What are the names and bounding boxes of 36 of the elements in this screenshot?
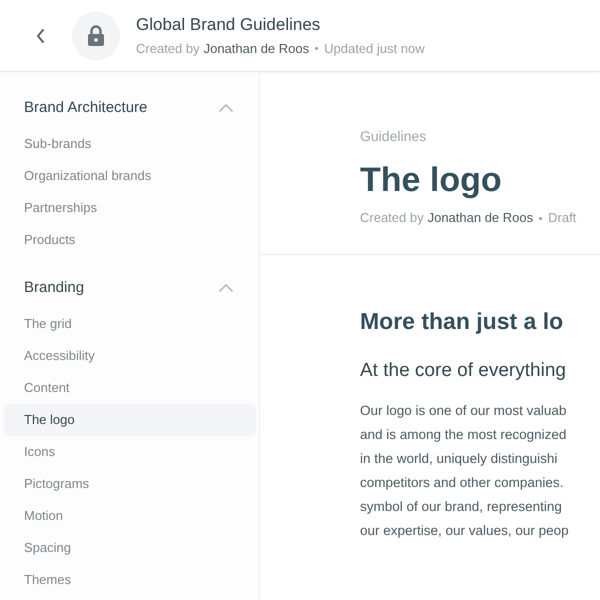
chevron-up-icon <box>219 284 233 292</box>
document-title: Global Brand Guidelines <box>136 14 322 36</box>
author-name: Jonathan de Roos <box>204 40 310 58</box>
sidebar-item[interactable]: Icons <box>4 436 255 468</box>
section-title: Brand Architecture <box>24 98 148 118</box>
body-text-line: our expertise, our values, our peop <box>360 522 569 540</box>
body-text-line: Our logo is one of our most valuab <box>360 402 566 420</box>
sidebar-item[interactable]: Themes <box>4 564 255 596</box>
sidebar-item[interactable]: Products <box>4 224 255 256</box>
sidebar-item[interactable]: Organizational brands <box>4 160 255 192</box>
subheading: At the core of everything <box>360 359 566 383</box>
sidebar-item[interactable]: Accessibility <box>4 340 255 372</box>
sidebar-item[interactable]: Motion <box>4 500 255 532</box>
sidebar-item[interactable]: The logo <box>4 404 256 436</box>
author-name: Jonathan de Roos <box>428 209 534 227</box>
sidebar-item[interactable]: Partnerships <box>4 192 255 224</box>
sidebar-item[interactable]: Sub-brands <box>4 128 255 160</box>
section-title: Branding <box>24 278 84 298</box>
sidebar-item[interactable]: Pictograms <box>4 468 255 500</box>
back-icon <box>36 28 44 42</box>
body-text-line: symbol of our brand, representing <box>360 498 562 516</box>
page-title: The logo <box>360 160 502 201</box>
created-by-label: Created by <box>136 40 200 58</box>
lock-icon <box>87 24 105 46</box>
body-text-line: and is among the most recognized <box>360 426 566 444</box>
body-text-line: in the world, uniquely distinguishi <box>360 450 558 468</box>
sidebar-item[interactable]: The grid <box>4 308 255 340</box>
chevron-up-icon <box>219 104 233 112</box>
sidebar-item[interactable]: Spacing <box>4 532 255 564</box>
body-text-line: competitors and other companies. <box>360 474 564 492</box>
created-by-label: Created by <box>360 209 424 227</box>
update-status: Updated just now <box>324 40 425 58</box>
sidebar-item[interactable]: Content <box>4 372 255 404</box>
section-heading: More than just a lo <box>360 307 564 336</box>
draft-status: Draft <box>548 209 576 227</box>
breadcrumb: Guidelines <box>360 127 426 146</box>
